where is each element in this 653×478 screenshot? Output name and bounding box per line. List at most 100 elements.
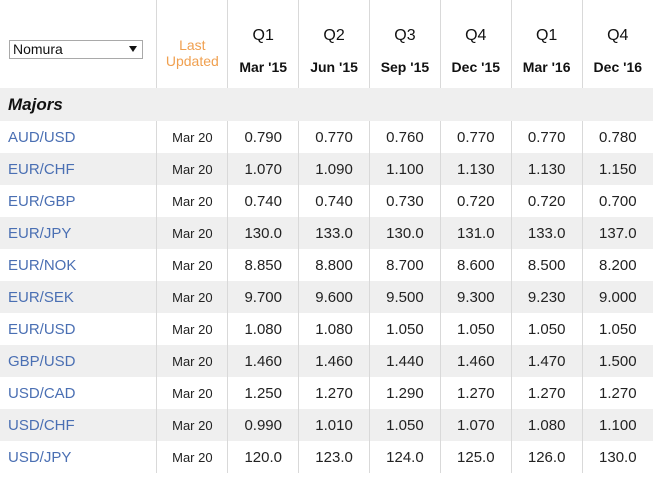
forecast-value-cell: 9.600 bbox=[298, 281, 370, 313]
quarter-header: Q4 Dec '16 bbox=[581, 0, 653, 88]
quarter-header: Q1 Mar '16 bbox=[510, 0, 583, 88]
quarter-date: Mar '16 bbox=[522, 59, 571, 75]
table-row: USD/CHF Mar 20 0.990 1.010 1.050 1.070 1.080 1.… bbox=[0, 409, 653, 441]
chevron-down-icon bbox=[129, 46, 137, 52]
forecast-value-cell: 1.460 bbox=[298, 345, 370, 377]
forecast-value-cell: 1.080 bbox=[298, 313, 370, 345]
currency-pair-link[interactable]: AUD/USD bbox=[0, 121, 157, 153]
quarter-date: Mar '15 bbox=[239, 59, 288, 75]
broker-select-cell: Nomura bbox=[0, 0, 157, 88]
last-updated-header: Last Updated bbox=[156, 0, 228, 88]
forecast-value-cell: 9.700 bbox=[227, 281, 299, 313]
forecast-value-cell: 0.740 bbox=[227, 185, 299, 217]
quarter-label: Q1 bbox=[252, 27, 274, 44]
forecast-value-cell: 125.0 bbox=[439, 441, 512, 473]
forecast-value-cell: 130.0 bbox=[369, 217, 441, 249]
currency-pair-link[interactable]: EUR/GBP bbox=[0, 185, 157, 217]
table-row: EUR/NOK Mar 20 8.850 8.800 8.700 8.600 8.500 8.… bbox=[0, 249, 653, 281]
forecast-value-cell: 0.760 bbox=[369, 121, 441, 153]
forecast-value-cell: 1.010 bbox=[298, 409, 370, 441]
forecast-table-widget: Nomura Last Updated Q1 Mar '15 Q2 Jun '15 … bbox=[0, 0, 653, 478]
forecast-value-cell: 0.790 bbox=[227, 121, 299, 153]
forecast-value-cell: 0.770 bbox=[510, 121, 583, 153]
forecast-value-cell: 9.300 bbox=[439, 281, 512, 313]
broker-select[interactable]: Nomura bbox=[9, 40, 143, 59]
forecast-value-cell: 1.500 bbox=[581, 345, 653, 377]
forecast-value-cell: 123.0 bbox=[298, 441, 370, 473]
forecast-value-cell: 8.200 bbox=[581, 249, 653, 281]
forecast-value-cell: 1.080 bbox=[510, 409, 583, 441]
forecast-table: Nomura Last Updated Q1 Mar '15 Q2 Jun '15 … bbox=[0, 0, 653, 473]
forecast-value-cell: 1.090 bbox=[298, 153, 370, 185]
table-row: EUR/GBP Mar 20 0.740 0.740 0.730 0.720 0.720 0.… bbox=[0, 185, 653, 217]
quarter-date: Dec '16 bbox=[593, 59, 643, 75]
quarter-label: Q4 bbox=[465, 27, 487, 44]
table-row: USD/JPY Mar 20 120.0 123.0 124.0 125.0 126.0 13… bbox=[0, 441, 653, 473]
last-updated-cell: Mar 20 bbox=[156, 441, 228, 473]
currency-pair-link[interactable]: USD/JPY bbox=[0, 441, 157, 473]
forecast-value-cell: 1.290 bbox=[369, 377, 441, 409]
currency-pair-link[interactable]: GBP/USD bbox=[0, 345, 157, 377]
quarter-date: Jun '15 bbox=[310, 59, 358, 75]
currency-pair-link[interactable]: USD/CHF bbox=[0, 409, 157, 441]
last-updated-cell: Mar 20 bbox=[156, 121, 228, 153]
quarter-date: Sep '15 bbox=[380, 59, 430, 75]
forecast-value-cell: 126.0 bbox=[510, 441, 583, 473]
forecast-value-cell: 1.270 bbox=[581, 377, 653, 409]
section-header-row: Majors bbox=[0, 88, 653, 121]
forecast-value-cell: 1.270 bbox=[298, 377, 370, 409]
forecast-value-cell: 8.850 bbox=[227, 249, 299, 281]
quarter-label: Q1 bbox=[535, 27, 558, 44]
forecast-value-cell: 1.460 bbox=[227, 345, 299, 377]
forecast-value-cell: 1.070 bbox=[227, 153, 299, 185]
forecast-value-cell: 0.700 bbox=[581, 185, 653, 217]
forecast-value-cell: 131.0 bbox=[439, 217, 512, 249]
broker-select-value: Nomura bbox=[13, 41, 63, 57]
last-updated-cell: Mar 20 bbox=[156, 377, 228, 409]
currency-pair-link[interactable]: EUR/JPY bbox=[0, 217, 157, 249]
forecast-value-cell: 1.270 bbox=[510, 377, 583, 409]
forecast-value-cell: 1.050 bbox=[439, 313, 512, 345]
forecast-value-cell: 130.0 bbox=[581, 441, 653, 473]
quarter-label: Q2 bbox=[323, 27, 345, 44]
forecast-value-cell: 1.080 bbox=[227, 313, 299, 345]
last-updated-cell: Mar 20 bbox=[156, 249, 228, 281]
currency-pair-link[interactable]: EUR/CHF bbox=[0, 153, 157, 185]
header-row: Nomura Last Updated Q1 Mar '15 Q2 Jun '15 … bbox=[0, 0, 653, 88]
forecast-value-cell: 0.720 bbox=[439, 185, 512, 217]
forecast-value-cell: 1.050 bbox=[510, 313, 583, 345]
forecast-value-cell: 137.0 bbox=[581, 217, 653, 249]
forecast-value-cell: 9.230 bbox=[510, 281, 583, 313]
forecast-value-cell: 0.740 bbox=[298, 185, 370, 217]
forecast-value-cell: 120.0 bbox=[227, 441, 299, 473]
table-row: GBP/USD Mar 20 1.460 1.460 1.440 1.460 1.470 1.… bbox=[0, 345, 653, 377]
forecast-value-cell: 133.0 bbox=[298, 217, 370, 249]
forecast-value-cell: 1.460 bbox=[439, 345, 512, 377]
forecast-value-cell: 1.470 bbox=[510, 345, 583, 377]
last-updated-cell: Mar 20 bbox=[156, 345, 228, 377]
currency-pair-link[interactable]: EUR/SEK bbox=[0, 281, 157, 313]
quarter-header: Q3 Sep '15 bbox=[369, 0, 441, 88]
currency-pair-link[interactable]: USD/CAD bbox=[0, 377, 157, 409]
forecast-value-cell: 1.070 bbox=[439, 409, 512, 441]
table-row: EUR/JPY Mar 20 130.0 133.0 130.0 131.0 133.0 13… bbox=[0, 217, 653, 249]
last-updated-label-line1: Last bbox=[179, 37, 206, 53]
forecast-value-cell: 1.050 bbox=[581, 313, 653, 345]
forecast-value-cell: 1.050 bbox=[369, 313, 441, 345]
currency-pair-link[interactable]: EUR/NOK bbox=[0, 249, 157, 281]
forecast-value-cell: 1.130 bbox=[510, 153, 583, 185]
quarter-header: Q2 Jun '15 bbox=[298, 0, 370, 88]
forecast-value-cell: 1.100 bbox=[369, 153, 441, 185]
forecast-value-cell: 8.800 bbox=[298, 249, 370, 281]
table-row: USD/CAD Mar 20 1.250 1.270 1.290 1.270 1.270 1.… bbox=[0, 377, 653, 409]
forecast-value-cell: 124.0 bbox=[369, 441, 441, 473]
forecast-value-cell: 1.130 bbox=[439, 153, 512, 185]
forecast-value-cell: 1.100 bbox=[581, 409, 653, 441]
forecast-value-cell: 0.770 bbox=[439, 121, 512, 153]
forecast-value-cell: 1.440 bbox=[369, 345, 441, 377]
last-updated-cell: Mar 20 bbox=[156, 409, 228, 441]
forecast-value-cell: 130.0 bbox=[227, 217, 299, 249]
quarter-label: Q3 bbox=[394, 27, 416, 44]
currency-pair-link[interactable]: EUR/USD bbox=[0, 313, 157, 345]
quarter-date: Dec '15 bbox=[451, 59, 501, 75]
